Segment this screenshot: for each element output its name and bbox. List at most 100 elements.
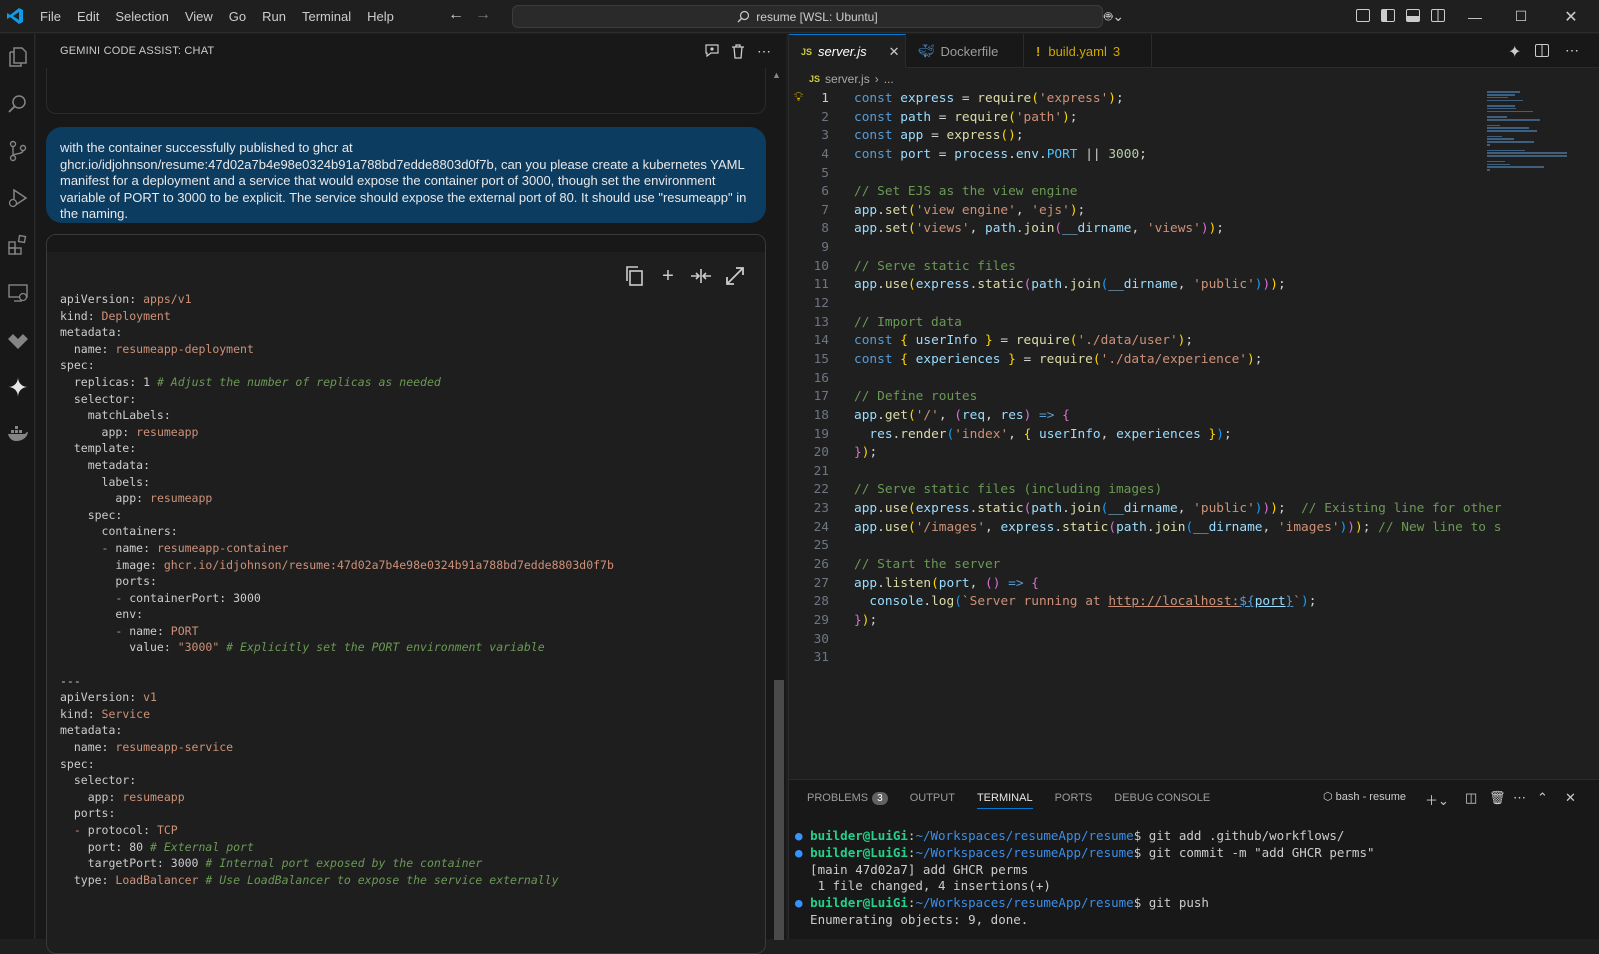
breadcrumb-symbols[interactable]: ... [884, 72, 894, 86]
breadcrumb-file[interactable]: server.js [825, 72, 870, 86]
code-line: 22// Serve static files (including image… [789, 481, 1489, 500]
source-control-icon[interactable] [5, 138, 31, 164]
more-actions-icon[interactable]: ⋯ [1513, 790, 1526, 806]
remote-explorer-icon[interactable] [5, 280, 31, 306]
yaml-line: metadata: [60, 457, 151, 472]
minimap-line [1487, 155, 1567, 157]
line-number: 1 [821, 91, 829, 106]
line-number: 23 [813, 501, 829, 517]
close-panel-icon[interactable]: ✕ [1565, 790, 1576, 806]
menu-file[interactable]: File [32, 0, 69, 33]
line-number: 21 [813, 463, 829, 479]
tab-terminal[interactable]: TERMINAL [976, 792, 1033, 809]
explorer-icon[interactable] [5, 44, 31, 70]
terminal-selector[interactable]: ⬡ bash - resume [1323, 790, 1406, 803]
javascript-file-icon: JS [801, 46, 813, 57]
terminal-output[interactable]: ● builder@LuiGi:~/Workspaces/resumeApp/r… [795, 828, 1375, 929]
copy-icon[interactable] [624, 265, 646, 287]
scroll-up-arrow-icon[interactable]: ▲ [772, 70, 781, 80]
menu-edit[interactable]: Edit [69, 0, 107, 33]
extensions-icon[interactable] [5, 232, 31, 258]
gemini-sparkle-icon[interactable]: ✦ [1508, 42, 1521, 62]
code-line: 15 const { experiences } = require('./dat… [789, 351, 1489, 370]
line-number: 5 [821, 165, 829, 181]
code-editor[interactable]: 1 const express = require('express'); 2 con… [789, 90, 1502, 668]
tab-problems[interactable]: PROBLEMS 3 [807, 791, 888, 805]
terminal-line: 1 file changed, 4 insertions(+) [795, 878, 1051, 894]
kubernetes-icon[interactable] [5, 327, 31, 353]
bottom-panel: PROBLEMS 3 OUTPUT TERMINAL PORTS DEBUG CO… [788, 779, 1599, 939]
toggle-primary-sidebar-icon[interactable] [1381, 9, 1395, 22]
code-line: 2 const path = require('path'); [789, 109, 1489, 128]
menu-go[interactable]: Go [221, 0, 254, 33]
menu-view[interactable]: View [177, 0, 221, 33]
maximize-panel-icon[interactable]: ⌃ [1537, 790, 1548, 806]
back-arrow-icon[interactable]: ← [448, 6, 464, 24]
diff-icon[interactable] [690, 265, 712, 287]
line-number: 2 [821, 109, 829, 125]
title-bar: File Edit Selection View Go Run Terminal Help ←… [0, 0, 1599, 33]
toggle-secondary-sidebar-icon[interactable] [1431, 9, 1445, 22]
toggle-panel-icon[interactable] [1406, 9, 1420, 22]
yaml-line: - containerPort: 3000 [60, 590, 261, 605]
code-line: 13// Import data [789, 314, 1489, 333]
chat-history-icon[interactable] [703, 42, 721, 60]
gemini-icon[interactable] [5, 374, 31, 400]
minimap-line [1487, 107, 1516, 110]
search-icon [737, 10, 750, 23]
menu-selection[interactable]: Selection [107, 0, 176, 33]
yaml-line: env: [60, 607, 144, 622]
user-message-bubble: with the container successfully publishe… [46, 127, 766, 223]
command-center-search[interactable]: resume [WSL: Ubuntu] [512, 5, 1103, 28]
minimap[interactable] [1487, 90, 1577, 171]
customize-layout-icon[interactable] [1356, 9, 1370, 22]
line-number: 30 [813, 631, 829, 647]
yaml-line: ports: [60, 574, 157, 589]
expand-icon[interactable] [724, 265, 746, 287]
more-actions-icon[interactable]: ⋯ [755, 42, 773, 60]
minimap-line [1487, 163, 1510, 166]
yaml-line: app: resumeapp [60, 491, 213, 506]
close-tab-icon[interactable]: ✕ [889, 44, 900, 60]
minimap-line [1487, 99, 1524, 102]
more-actions-icon[interactable]: ⋯ [1565, 42, 1579, 59]
search-icon[interactable] [5, 91, 31, 117]
forward-arrow-icon[interactable]: → [475, 6, 491, 24]
tab-dockerfile[interactable]: 🐳︎ Dockerfile [906, 34, 1024, 68]
line-number: 26 [813, 557, 829, 573]
user-message-text: with the container successfully publishe… [60, 140, 747, 221]
docker-icon[interactable] [5, 421, 31, 447]
new-terminal-icon[interactable]: ＋⌄ [1425, 790, 1449, 809]
yaml-line: name: resumeapp-service [60, 740, 234, 755]
tab-server-js[interactable]: JS server.js ✕ [789, 34, 906, 68]
minimap-line [1487, 116, 1507, 118]
menu-run[interactable]: Run [254, 0, 294, 33]
chat-scrollbar[interactable] [772, 80, 786, 940]
line-number: 11 [813, 277, 829, 293]
delete-chat-icon[interactable] [729, 42, 747, 60]
tab-build-yaml[interactable]: ! build.yaml 3 [1024, 34, 1152, 68]
split-editor-icon[interactable] [1535, 44, 1549, 57]
copilot-icon[interactable]: 🤖︎⌄ [1104, 7, 1124, 27]
close-window-icon[interactable]: ✕ [1548, 0, 1594, 33]
menu-terminal[interactable]: Terminal [294, 0, 359, 33]
code-line: 18 app.get('/', (req, res) => { [789, 407, 1489, 426]
kill-terminal-icon[interactable]: 🗑︎ [1489, 790, 1506, 806]
problems-count-badge: 3 [872, 791, 888, 805]
minimap-line [1487, 105, 1515, 107]
insert-icon[interactable]: + [657, 265, 679, 287]
yaml-line: image: ghcr.io/idjohnson/resume:47d02a7b… [60, 557, 614, 572]
tab-debug-console[interactable]: DEBUG CONSOLE [1114, 792, 1210, 804]
yaml-line: port: 80 # External port [60, 839, 254, 854]
minimap-line [1487, 91, 1521, 93]
menu-help[interactable]: Help [359, 0, 402, 33]
line-number: 7 [821, 202, 829, 218]
code-line: 28 console.log(`Server running at http:/… [789, 593, 1489, 612]
run-debug-icon[interactable] [5, 185, 31, 211]
minimize-icon[interactable]: — [1452, 0, 1498, 33]
tab-output[interactable]: OUTPUT [910, 792, 955, 804]
maximize-icon[interactable]: ☐ [1498, 0, 1544, 33]
minimap-line [1487, 96, 1508, 99]
tab-ports[interactable]: PORTS [1055, 792, 1093, 804]
split-terminal-icon[interactable]: ◫ [1465, 790, 1477, 806]
